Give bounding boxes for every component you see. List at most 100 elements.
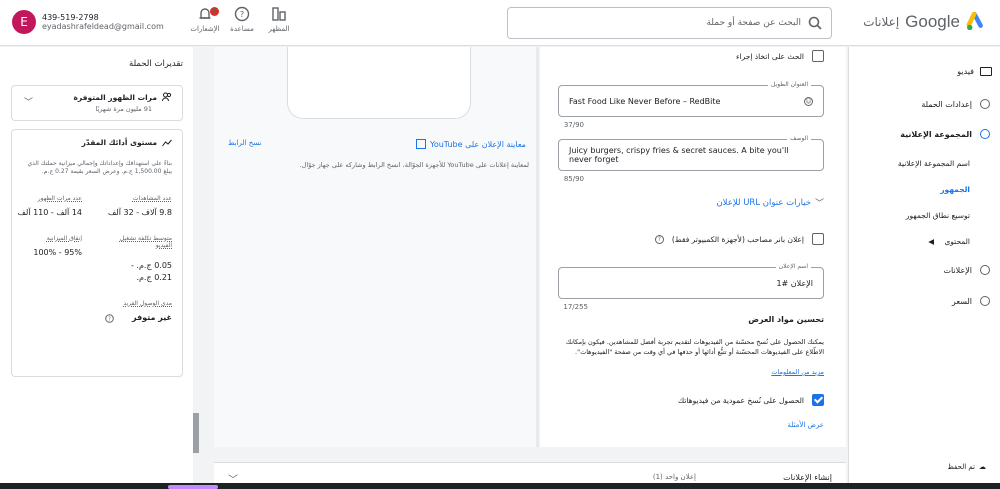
youtube-preview-link[interactable]: معاينة الإعلان على YouTube [416,139,526,149]
help-icon[interactable]: ? [654,234,664,244]
caret-left-icon: ◀ [928,237,935,246]
performance-desc: بناءً على استهدافك وإعداداتك وإجمالي ميز… [27,160,172,175]
ad-form: الحث على اتخاذ إجراء العنوان الطويل Fast… [540,47,846,447]
taskbar [0,483,1000,489]
vertical-videos-label: الحصول على نُسخ عمودية من فيديوهاتك [677,395,804,405]
help-icon: ? [234,6,250,22]
description-field[interactable]: الوصف Juicy burgers, crispy fries & secr… [558,135,824,171]
nav-item-bidding[interactable]: السعر [952,296,990,306]
long-headline-field[interactable]: العنوان الطويل Fast Food Like Never Befo… [558,81,824,117]
form-scrollbar[interactable] [536,47,539,447]
campaign-nav: فيديو إعدادات الحملة المجموعة الإعلانية … [848,47,1000,489]
nav-item-label: المجموعة الإعلانية [900,129,972,139]
brand-product: إعلانات [863,15,900,29]
estimates-title: تقديرات الحملة [129,59,183,69]
performance-card-title: مستوى أدائك المقدّر [81,138,157,147]
notifications-label: الإشعارات [190,25,220,33]
performance-card: مستوى أدائك المقدّر بناءً على استهدافك و… [11,129,183,377]
copy-link-button[interactable]: نسخ الرابط [228,139,261,147]
google-ads-logo-icon [966,12,983,31]
chevron-down-icon[interactable]: ﹀ [24,95,33,108]
budget-spend-label[interactable]: إنفاق الميزانية [47,235,82,242]
ad-name-field[interactable]: اسم الإعلان الإعلان #1 [558,263,824,299]
unique-reach-label[interactable]: مدى الوصول الفريد [123,300,172,307]
left-scrollbar[interactable] [193,413,199,453]
account-switcher[interactable]: E 439-519-2798 eyadashrafeldead@gmail.co… [12,10,164,34]
ad-name-label: اسم الإعلان [775,263,811,270]
impressions-card-header: مرات الظهور المتوفرة [74,92,173,102]
ad-preview-panel: معاينة الإعلان على YouTube نسخ الرابط لم… [214,47,539,447]
description-value: Juicy burgers, crispy fries & secret sau… [569,146,789,164]
nav-item-ads[interactable]: الإعلانات [943,265,990,275]
step-circle-icon [980,99,990,109]
cta-checkbox[interactable] [812,50,824,62]
video-icon [980,67,992,76]
step-circle-icon [980,265,990,275]
step-circle-icon [980,296,990,306]
search-icon [808,16,822,30]
learn-more-link[interactable]: مزيد من المعلومات [771,368,824,376]
performance-card-header: مستوى أدائك المقدّر [82,138,172,147]
appearance-button[interactable]: المظهر [262,5,296,33]
appearance-icon [272,7,286,21]
nav-video[interactable]: فيديو [957,67,992,76]
nav-sub-audience-expansion[interactable]: توسيع نطاق الجمهور [906,211,970,220]
cta-checkbox-row[interactable]: الحث على اتخاذ إجراء [736,50,824,62]
avg-cpv-label[interactable]: متوسط تكلفة تشغيل الفيديو [102,235,172,249]
enhance-assets-title: تحسين مواد العرض [748,315,824,324]
appearance-label: المظهر [268,25,290,33]
avg-cpv-value: 0.05 ج.م. - 0.21 ج.م. [131,261,172,282]
enhance-assets-desc: يمكنك الحصول على نُسخ محسّنة من الفيديوه… [565,338,824,356]
vertical-videos-checkbox[interactable] [812,394,824,406]
impressions-label[interactable]: عدد مرات الظهور [38,195,82,202]
url-options-toggle[interactable]: ﹀ خيارات عنوان URL للإعلان [716,196,824,210]
brand-google: Google [905,12,960,31]
youtube-preview-label: معاينة الإعلان على YouTube [430,139,526,149]
search-input[interactable]: البحث عن صفحة أو حملة [507,7,832,39]
nav-sub-ad-group-name[interactable]: اسم المجموعة الإعلانية [898,159,970,168]
chevron-down-icon: ﹀ [814,199,824,209]
avatar: E [12,10,36,34]
nav-sub-content-label: المحتوى [944,237,970,246]
unique-reach-value: غير متوفر [132,313,172,322]
impressions-card-sub: 91 مليون مرة شهريًا [95,105,153,113]
companion-banner-checkbox[interactable] [812,233,824,245]
svg-text:?: ? [108,317,111,323]
create-ads-title: إنشاء الإعلانات [783,473,832,482]
emoji-icon[interactable]: ☺ [804,96,813,106]
svg-text:?: ? [240,10,244,19]
taskbar-app-icon[interactable] [168,485,218,489]
campaign-estimates-panel: تقديرات الحملة مرات الظهور المتوفرة 91 م… [0,47,193,489]
impressions-value: 14 آلف - 110 آلف [17,208,82,217]
nav-item-ad-group[interactable]: المجموعة الإعلانية [900,129,990,139]
help-button[interactable]: ? مساعدة [225,5,259,33]
create-ads-subtitle: إعلان واحد (1) [652,473,696,481]
save-status-label: تم الحفظ [947,463,975,471]
url-options-label: خيارات عنوان URL للإعلان [716,197,811,208]
account-email: eyadashrafeldead@gmail.com [42,22,164,31]
account-phone: 439-519-2798 [42,13,99,22]
help-icon[interactable]: ? [105,314,114,323]
vertical-videos-row[interactable]: الحصول على نُسخ عمودية من فيديوهاتك [678,394,824,406]
view-examples-link[interactable]: عرض الأمثلة [787,421,824,429]
help-label: مساعدة [230,25,254,33]
nav-item-label: إعدادات الحملة [921,99,972,109]
ad-name-value: الإعلان #1 [776,278,813,288]
nav-sub-audience[interactable]: الجمهور [940,185,970,194]
notifications-button[interactable]: ! الإشعارات [188,5,222,33]
views-label[interactable]: عدد المشاهدات [133,195,172,202]
nav-video-label: فيديو [957,67,974,76]
trend-icon [162,139,172,146]
brand[interactable]: إعلانات Google [863,12,988,32]
impressions-card[interactable]: مرات الظهور المتوفرة 91 مليون مرة شهريًا… [11,85,183,121]
phone-preview-frame [287,47,471,119]
cloud-done-icon: ☁ [979,463,986,471]
companion-banner-label: إعلان بانر مصاحب (لأجهزة الكمبيوتر فقط) [671,234,804,244]
nav-sub-content[interactable]: المحتوى ◀ [928,237,970,246]
impressions-card-title: مرات الظهور المتوفرة [73,92,158,102]
companion-banner-row[interactable]: إعلان بانر مصاحب (لأجهزة الكمبيوتر فقط) … [654,233,824,245]
nav-item-campaign-settings[interactable]: إعدادات الحملة [921,99,990,109]
long-headline-counter: 37/90 [563,121,584,129]
long-headline-value: Fast Food Like Never Before – RedBite [569,96,721,106]
step-circle-icon [980,129,990,139]
